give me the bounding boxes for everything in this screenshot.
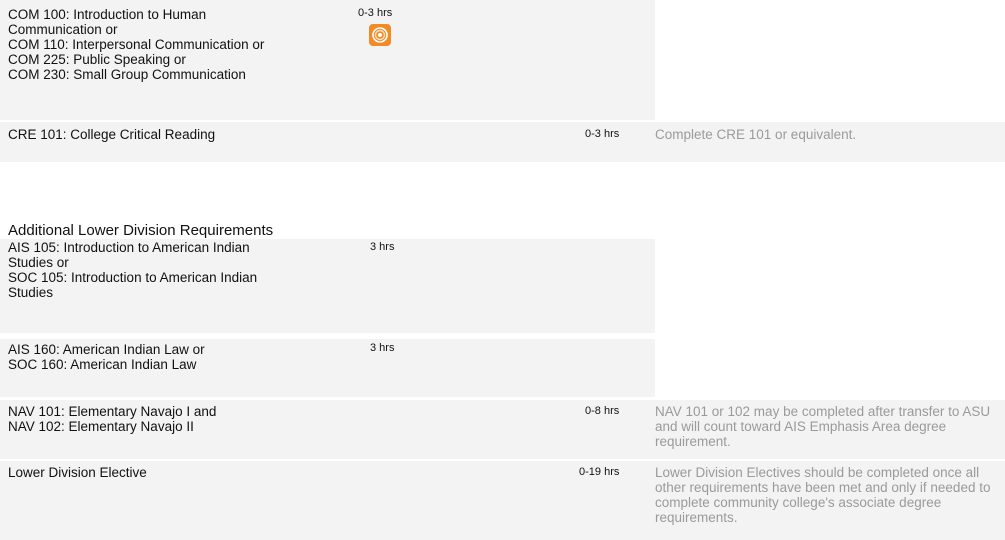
course-title-elective: Lower Division Elective xyxy=(8,465,147,480)
hours-ais105: 3 hrs xyxy=(370,241,395,253)
section-heading-additional: Additional Lower Division Requirements xyxy=(8,222,274,239)
hours-cre: 0-3 hrs xyxy=(585,128,620,140)
note-cre: Complete CRE 101 or equivalent. xyxy=(655,127,857,142)
hours-elective: 0-19 hrs xyxy=(579,466,620,478)
target-badge-icon[interactable] xyxy=(369,24,391,46)
note-elective: Lower Division Electives should be compl… xyxy=(655,465,991,525)
note-nav: NAV 101 or 102 may be completed after tr… xyxy=(655,404,991,449)
hours-ais160: 3 hrs xyxy=(370,342,395,354)
course-title-ais160: AIS 160: American Indian Law or SOC 160:… xyxy=(8,342,205,372)
course-title-nav: NAV 101: Elementary Navajo I and NAV 102… xyxy=(8,404,217,434)
hours-com: 0-3 hrs xyxy=(358,7,393,19)
course-title-ais105: AIS 105: Introduction to American Indian… xyxy=(8,240,258,300)
course-title-cre: CRE 101: College Critical Reading xyxy=(8,127,216,142)
hours-nav: 0-8 hrs xyxy=(585,405,620,417)
course-title-com: COM 100: Introduction to Human Communica… xyxy=(8,7,265,82)
